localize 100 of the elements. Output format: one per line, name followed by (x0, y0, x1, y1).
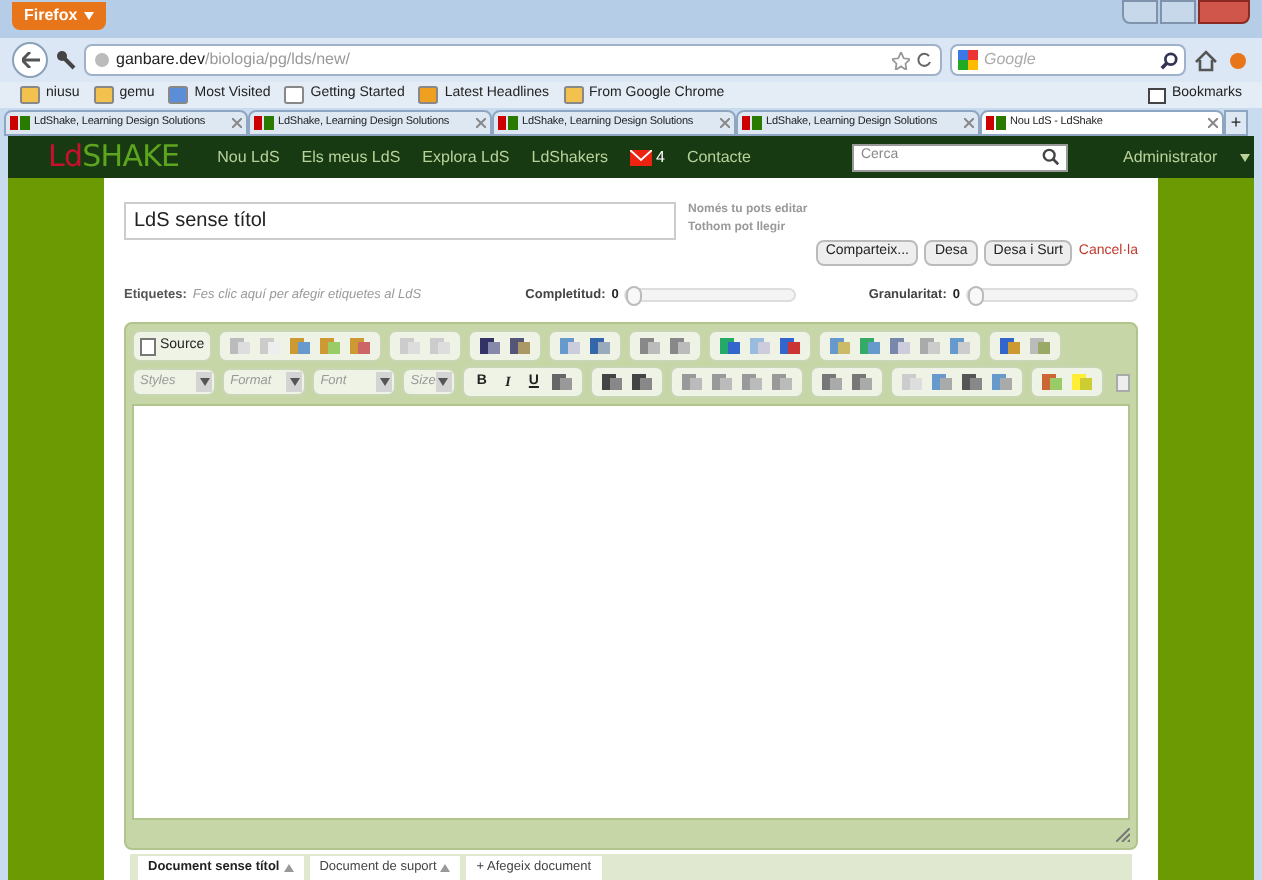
tab-close-icon[interactable] (964, 118, 974, 128)
toolbar-icon (720, 336, 741, 357)
minimize-button[interactable] (1122, 0, 1158, 24)
message-count[interactable]: 4 (656, 145, 665, 169)
toolbar-icon (631, 372, 652, 393)
search-icon[interactable] (1160, 51, 1178, 69)
google-logo-icon (958, 50, 978, 70)
page-icon (168, 86, 189, 104)
toolbar-icon (1000, 336, 1021, 357)
caret-icon (1239, 153, 1250, 161)
user-menu[interactable]: Administrator (1122, 145, 1218, 169)
toolbar-icon (950, 336, 971, 357)
toolbar-button[interactable] (476, 333, 505, 360)
folder-icon (20, 86, 40, 104)
toolbar-icon (890, 336, 911, 357)
toolbar-icon (901, 372, 922, 393)
toolbar-icon (750, 336, 771, 357)
title-field[interactable]: LdS sense títol (124, 202, 676, 240)
toolbar-icon (681, 372, 702, 393)
caret-icon (289, 378, 300, 387)
site-favicon-icon (498, 114, 520, 132)
toolbar-icon (991, 372, 1012, 393)
blank-page-icon (284, 86, 305, 104)
toolbar-button[interactable] (776, 333, 805, 360)
toolbar-button[interactable] (506, 333, 535, 360)
reload-icon[interactable] (916, 52, 932, 68)
toolbar-icon (640, 336, 661, 357)
caret-icon (438, 378, 449, 387)
new-tab-button[interactable]: + (1224, 110, 1248, 136)
bookmarks-icon (1147, 87, 1166, 103)
caret-icon (379, 378, 390, 387)
toolbar-icon (480, 336, 501, 357)
home-icon[interactable] (1194, 49, 1218, 71)
toolbar-icon (230, 336, 251, 357)
tab-menu-arrow-icon (440, 864, 451, 872)
toolbar-icon (1030, 336, 1051, 357)
tab-close-icon[interactable] (720, 118, 730, 128)
nav-link[interactable]: Els meus LdS (301, 145, 401, 169)
maximize-button[interactable] (1160, 0, 1196, 24)
toolbar-icon (851, 372, 872, 393)
toolbar-icon (1071, 372, 1092, 393)
slider-thumb[interactable] (968, 286, 984, 307)
search-field[interactable]: Google (950, 44, 1186, 76)
toolbar-button[interactable] (547, 369, 576, 396)
toolbar-icon (741, 372, 762, 393)
folder-icon (93, 86, 114, 104)
star-icon[interactable] (892, 51, 910, 69)
nav-link[interactable]: Explora LdS (422, 145, 510, 169)
tab-close-icon[interactable] (232, 118, 242, 128)
toolbar-button[interactable] (627, 369, 656, 396)
toolbar-button[interactable] (716, 333, 745, 360)
toolbar-button[interactable] (996, 333, 1025, 360)
nav-link[interactable]: LdShakers (531, 145, 608, 169)
toolbar-icon (290, 336, 311, 357)
toolbar-button[interactable] (597, 369, 626, 396)
back-button[interactable] (12, 42, 48, 78)
caret-icon (199, 378, 210, 387)
toolbar-icon (961, 372, 982, 393)
toolbar-icon (1041, 372, 1062, 393)
search-icon[interactable] (1042, 148, 1061, 166)
slider-thumb[interactable] (626, 286, 643, 307)
toolbar-button[interactable] (586, 333, 615, 360)
url-text: ganbare.dev/biologia/pg/lds/new/ (116, 48, 350, 72)
toolbar-icon (821, 372, 842, 393)
toolbar-icon (510, 336, 531, 357)
feed-icon (418, 86, 439, 104)
nav-link[interactable]: Nou LdS (217, 145, 280, 169)
search-input[interactable]: Google (984, 48, 1154, 72)
site-favicon-icon (986, 114, 1008, 132)
site-favicon-icon (254, 114, 276, 132)
toolbar-icon (430, 336, 451, 357)
collapse-toolbar-button[interactable] (1115, 373, 1130, 392)
toolbar-icon (590, 336, 611, 357)
tab-close-icon[interactable] (476, 118, 486, 128)
toolbar-icon (920, 336, 941, 357)
folder-icon (563, 86, 583, 104)
toolbar-icon (260, 336, 281, 357)
toolbar-icon (670, 336, 691, 357)
close-button[interactable] (1198, 0, 1250, 24)
toolbar-button[interactable] (957, 369, 986, 396)
document-icon (140, 337, 156, 356)
back-arrow-icon (21, 52, 39, 68)
tab-close-icon[interactable] (1208, 118, 1218, 128)
toolbar-icon (400, 336, 421, 357)
toolbar-icon (551, 372, 572, 393)
site-favicon-icon (10, 114, 32, 132)
nav-link[interactable]: Contacte (686, 145, 751, 169)
tab-menu-arrow-icon (283, 864, 294, 872)
toolbar-icon (601, 372, 622, 393)
toolbar-icon (320, 336, 341, 357)
toolbar-icon (771, 372, 792, 393)
toolbar-icon (350, 336, 371, 357)
resize-grip-icon[interactable] (1116, 827, 1130, 841)
site-logo[interactable]: LdSHAKE (48, 134, 180, 180)
toolbar-icon (931, 372, 952, 393)
toolbar-icon (860, 336, 881, 357)
toolbar-icon (830, 336, 851, 357)
envelope-icon[interactable] (630, 149, 652, 165)
address-bar[interactable]: ganbare.dev/biologia/pg/lds/new/ (84, 44, 942, 76)
site-favicon-icon (742, 114, 764, 132)
